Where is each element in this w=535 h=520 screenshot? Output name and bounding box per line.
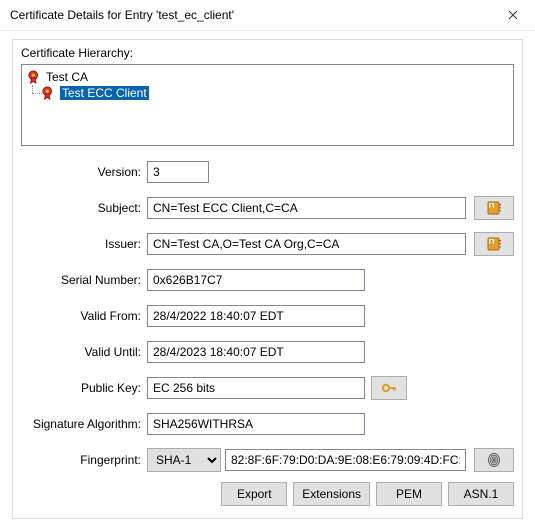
fingerprint-icon bbox=[486, 452, 502, 468]
address-book-icon bbox=[486, 236, 502, 252]
label-sig-alg: Signature Algorithm: bbox=[21, 417, 147, 431]
label-subject: Subject: bbox=[21, 201, 147, 215]
label-valid-from: Valid From: bbox=[21, 309, 147, 323]
public-key-details-button[interactable] bbox=[371, 376, 407, 400]
field-public-key[interactable] bbox=[147, 377, 365, 399]
form-area: Version: Subject: Issuer: Serial Number: bbox=[21, 160, 514, 506]
key-icon bbox=[381, 380, 397, 396]
pem-button[interactable]: PEM bbox=[376, 482, 442, 506]
label-version: Version: bbox=[21, 165, 147, 179]
tree-item-child-label: Test ECC Client bbox=[60, 86, 149, 100]
certificate-icon bbox=[28, 70, 42, 84]
hierarchy-label: Certificate Hierarchy: bbox=[21, 46, 514, 60]
export-button[interactable]: Export bbox=[221, 482, 287, 506]
field-issuer[interactable] bbox=[147, 233, 466, 255]
extensions-button[interactable]: Extensions bbox=[293, 482, 370, 506]
field-valid-until[interactable] bbox=[147, 341, 365, 363]
label-issuer: Issuer: bbox=[21, 237, 147, 251]
address-book-icon bbox=[486, 200, 502, 216]
field-fingerprint[interactable] bbox=[225, 449, 466, 471]
label-public-key: Public Key: bbox=[21, 381, 147, 395]
field-valid-from[interactable] bbox=[147, 305, 365, 327]
close-icon bbox=[508, 10, 518, 20]
fingerprint-details-button[interactable] bbox=[474, 448, 514, 472]
tree-item-child[interactable]: Test ECC Client bbox=[42, 85, 507, 101]
field-serial[interactable] bbox=[147, 269, 365, 291]
tree-item-root[interactable]: Test CA bbox=[28, 69, 507, 85]
fingerprint-hash-select[interactable]: SHA-1 bbox=[147, 448, 221, 472]
close-button[interactable] bbox=[490, 0, 535, 30]
hierarchy-tree[interactable]: Test CA Test ECC Client bbox=[21, 64, 514, 146]
window-title: Certificate Details for Entry 'test_ec_c… bbox=[10, 8, 234, 22]
field-sig-alg[interactable] bbox=[147, 413, 365, 435]
issuer-details-button[interactable] bbox=[474, 232, 514, 256]
label-serial: Serial Number: bbox=[21, 273, 147, 287]
action-bar: Export Extensions PEM ASN.1 bbox=[21, 482, 514, 506]
asn1-button[interactable]: ASN.1 bbox=[448, 482, 514, 506]
field-version[interactable] bbox=[147, 161, 209, 183]
label-fingerprint: Fingerprint: bbox=[21, 453, 147, 467]
certificate-icon bbox=[42, 86, 56, 100]
main-fieldset: Certificate Hierarchy: Test CA Test ECC … bbox=[12, 39, 523, 519]
subject-details-button[interactable] bbox=[474, 196, 514, 220]
tree-item-root-label: Test CA bbox=[46, 70, 88, 84]
titlebar: Certificate Details for Entry 'test_ec_c… bbox=[0, 0, 535, 31]
field-subject[interactable] bbox=[147, 197, 466, 219]
label-valid-until: Valid Until: bbox=[21, 345, 147, 359]
